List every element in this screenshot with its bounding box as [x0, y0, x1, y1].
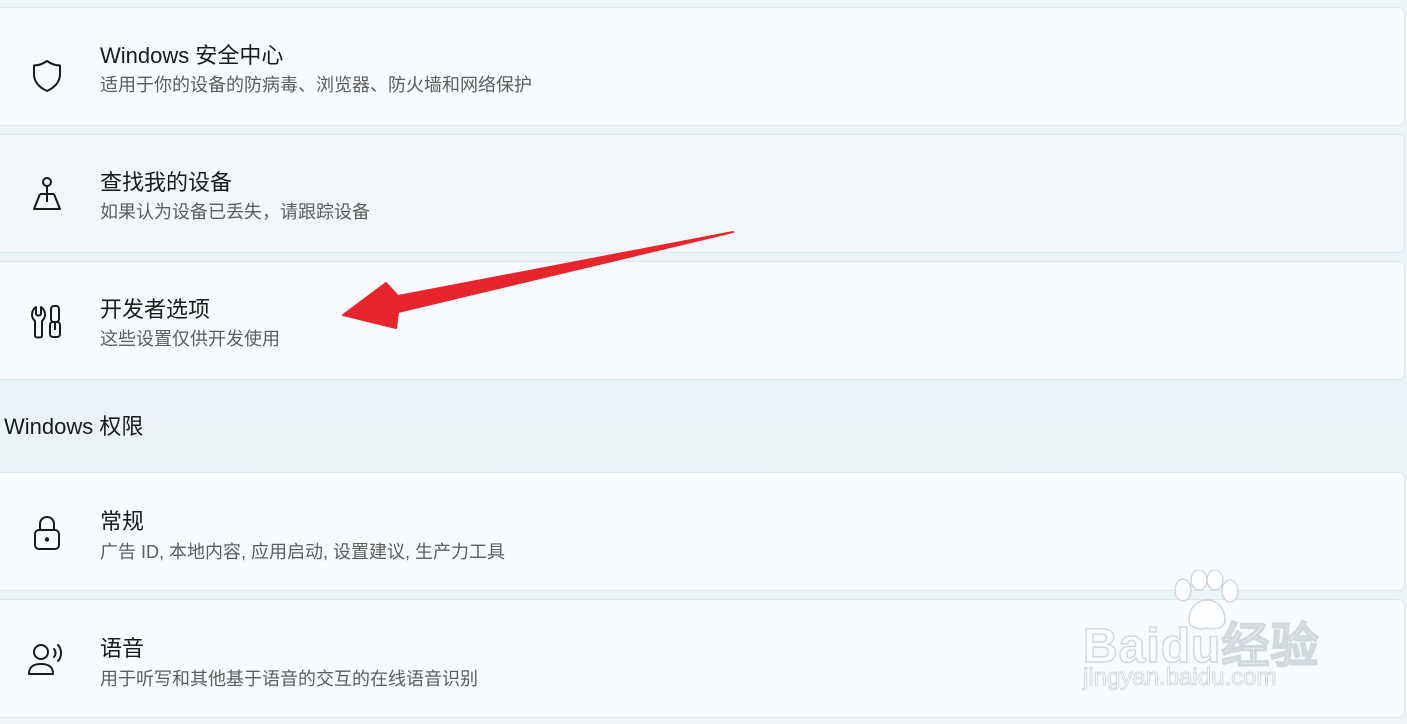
settings-item-description: 这些设置仅供开发使用 — [100, 329, 280, 349]
settings-item-title: 常规 — [100, 509, 145, 534]
speech-icon — [27, 640, 67, 680]
shield-icon — [27, 56, 67, 96]
settings-item-windows-security[interactable]: Windows 安全中心 适用于你的设备的防病毒、浏览器、防火墙和网络保护 — [0, 7, 1405, 126]
settings-item-title: 开发者选项 — [100, 297, 211, 322]
settings-item-developer-options[interactable]: 开发者选项 这些设置仅供开发使用 — [0, 261, 1405, 380]
settings-item-speech[interactable]: 语音 用于听写和其他基于语音的交互的在线语音识别 — [0, 599, 1405, 718]
settings-item-title: 查找我的设备 — [100, 170, 233, 195]
settings-item-title: 语音 — [100, 636, 145, 661]
settings-item-description: 用于听写和其他基于语音的交互的在线语音识别 — [100, 669, 478, 689]
settings-item-description: 如果认为设备已丢失，请跟踪设备 — [100, 202, 370, 222]
settings-item-find-my-device[interactable]: 查找我的设备 如果认为设备已丢失，请跟踪设备 — [0, 134, 1405, 253]
settings-item-description: 广告 ID, 本地内容, 应用启动, 设置建议, 生产力工具 — [100, 542, 506, 562]
section-title-windows-permissions: Windows 权限 — [4, 414, 144, 439]
find-device-icon — [27, 175, 67, 215]
settings-item-description: 适用于你的设备的防病毒、浏览器、防火墙和网络保护 — [100, 75, 532, 95]
settings-item-general[interactable]: 常规 广告 ID, 本地内容, 应用启动, 设置建议, 生产力工具 — [0, 472, 1405, 591]
settings-item-title: Windows 安全中心 — [100, 43, 284, 68]
lock-icon — [27, 513, 67, 553]
developer-tools-icon — [27, 302, 67, 342]
